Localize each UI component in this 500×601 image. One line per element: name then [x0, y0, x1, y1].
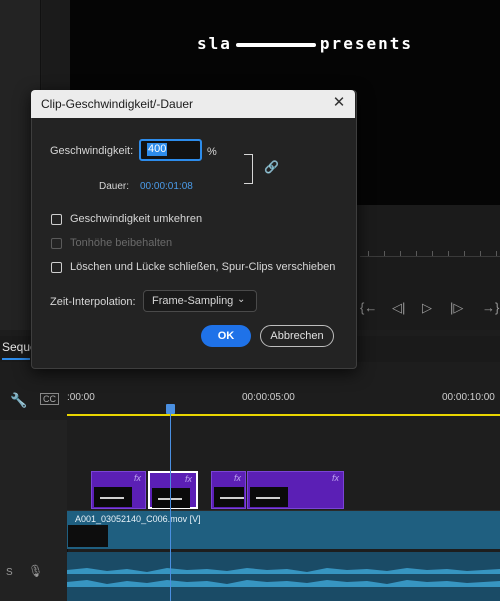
timecode-label: 00:00:10:00	[442, 392, 495, 403]
captions-icon[interactable]: CC	[40, 393, 59, 405]
title-right: presents	[319, 34, 413, 53]
title-left: sla	[197, 34, 232, 53]
duration-value[interactable]: 00:00:01:08	[140, 181, 193, 192]
timeline-header	[0, 362, 500, 420]
dialog-title: Clip-Geschwindigkeit/-Dauer	[41, 97, 194, 111]
speed-input-selection: 400	[147, 143, 168, 156]
clip-thumbnail	[152, 488, 190, 508]
fx-badge: fx	[331, 473, 339, 483]
active-tab-indicator	[2, 358, 30, 360]
speed-unit: %	[207, 146, 217, 158]
timecode-label: 00:00:05:00	[242, 392, 295, 403]
mark-in-icon[interactable]: {←	[360, 300, 377, 315]
clip-thumbnail	[68, 525, 108, 547]
fx-badge: fx	[133, 473, 141, 483]
clip-thumbnail	[250, 487, 288, 507]
chain-link-icon[interactable]: 🔗	[264, 160, 279, 174]
chevron-down-icon: ⌄	[237, 294, 246, 305]
ok-button[interactable]: OK	[201, 325, 251, 347]
fx-badge: fx	[233, 473, 241, 483]
link-bracket	[244, 154, 253, 184]
solo-label[interactable]: S	[6, 567, 13, 578]
cancel-button[interactable]: Abbrechen	[260, 325, 334, 347]
clip-name: A001_03052140_C006.mov [V]	[75, 514, 201, 524]
nested-clip[interactable]: fx	[247, 471, 344, 509]
speed-label: Geschwindigkeit:	[50, 145, 134, 157]
monitor-timeline-ruler[interactable]	[360, 246, 500, 257]
fx-badge: fx	[184, 474, 192, 484]
reverse-speed-label: Geschwindigkeit umkehren	[70, 213, 203, 225]
close-icon[interactable]: ✕	[330, 94, 348, 112]
ripple-edit-label: Löschen und Lücke schließen, Spur-Clips …	[70, 261, 336, 273]
time-interpolation-label: Zeit-Interpolation:	[50, 296, 136, 308]
nested-clip-selected[interactable]: fx	[148, 471, 198, 509]
timecode-label: :00:00	[67, 392, 95, 403]
maintain-pitch-checkbox	[51, 238, 62, 249]
video-track-3[interactable]	[67, 420, 500, 471]
microphone-icon[interactable]: 🎙	[28, 564, 43, 578]
clip-thumbnail	[214, 487, 244, 507]
reverse-speed-checkbox[interactable]	[51, 214, 62, 225]
nested-clip[interactable]: fx	[91, 471, 146, 509]
nested-clip[interactable]: fx	[211, 471, 246, 509]
playhead-line	[170, 412, 171, 601]
wrench-icon[interactable]: 🔧	[10, 392, 27, 409]
step-back-icon[interactable]: ◁|	[392, 300, 405, 316]
step-forward-icon[interactable]: |▷	[450, 300, 463, 316]
mark-out-icon[interactable]: →}	[482, 300, 499, 315]
play-icon[interactable]: ▷	[422, 300, 432, 316]
clip-thumbnail	[94, 487, 132, 507]
title-separator	[235, 42, 316, 47]
audio-waveform	[67, 568, 500, 587]
maintain-pitch-label: Tonhöhe beibehalten	[70, 237, 173, 249]
ripple-edit-checkbox[interactable]	[51, 262, 62, 273]
video-title-overlay: sla presents	[110, 34, 500, 53]
work-area-bar[interactable]	[67, 414, 500, 416]
duration-label: Dauer:	[99, 181, 130, 192]
